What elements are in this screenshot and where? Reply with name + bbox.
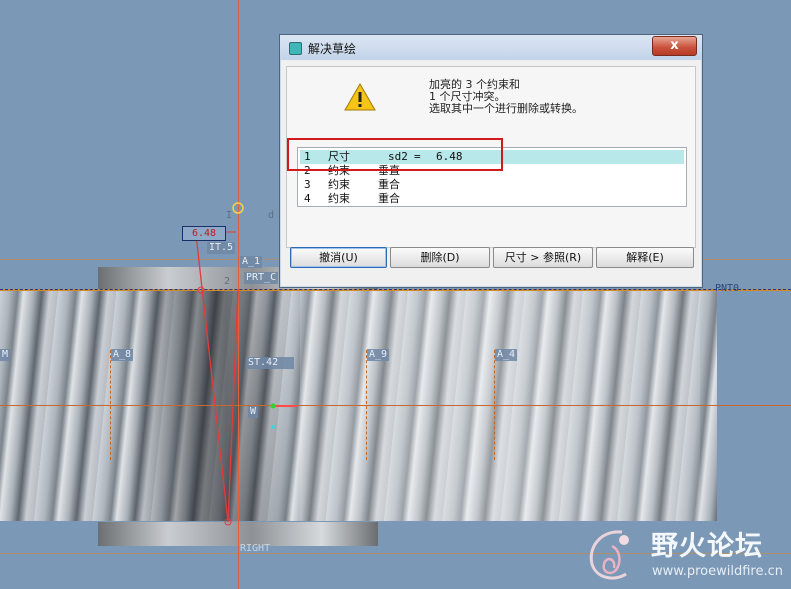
datum-label-right: RIGHT <box>240 543 271 554</box>
sketch-point <box>197 286 205 294</box>
mark-d: d <box>268 210 275 221</box>
list-item-constraint[interactable]: 4 约束 重合 <box>300 192 684 206</box>
watermark-title: 野火论坛 <box>651 531 763 562</box>
explain-button[interactable]: 解释(E) <box>596 247 694 268</box>
forum-logo-icon <box>589 530 629 580</box>
datum-label-prt: PRT_C <box>244 272 279 284</box>
center-label-w: W <box>248 406 259 418</box>
axis-label-m: M <box>0 349 11 361</box>
axis-label-a8: A_8 <box>111 349 134 361</box>
warning-icon <box>344 83 376 111</box>
dimension-value-box[interactable]: 6.48 <box>182 226 226 241</box>
undo-button[interactable]: 撤消(U) <box>290 247 387 268</box>
dialog-title: 解决草绘 <box>308 42 357 56</box>
delete-button[interactable]: 删除(D) <box>390 247 490 268</box>
close-button[interactable]: x <box>652 36 697 56</box>
datum-label-a1: A_1 <box>240 256 263 268</box>
list-item-constraint[interactable]: 3 约束 重合 <box>300 178 684 192</box>
dialog-app-icon <box>289 42 302 55</box>
axis-label-a4: A_4 <box>495 349 518 361</box>
dimension-label-st42: ST.42 <box>246 357 294 369</box>
mark-2: 2 <box>224 276 231 287</box>
datum-label-pnt: PNT0 <box>715 283 740 294</box>
center-marker <box>270 403 276 409</box>
dimension-to-reference-button[interactable]: 尺寸 > 参照(R) <box>493 247 593 268</box>
conflict-message: 加亮的 3 个约束和 1 个尺寸冲突。 选取其中一个进行删除或转换。 <box>429 79 583 115</box>
sketch-line-2 <box>227 289 239 523</box>
watermark-url: www.proewildfire.cn <box>652 564 783 579</box>
datum-label-it: IT.5 <box>207 242 236 254</box>
message-line: 选取其中一个进行删除或转换。 <box>429 102 583 115</box>
sketch-vertex <box>232 202 244 214</box>
axis-label-a9: A_9 <box>367 349 390 361</box>
annotation-highlight-box <box>287 138 503 171</box>
mark-i: I <box>226 210 233 221</box>
dialog-titlebar[interactable]: 解决草绘 x <box>280 35 702 60</box>
